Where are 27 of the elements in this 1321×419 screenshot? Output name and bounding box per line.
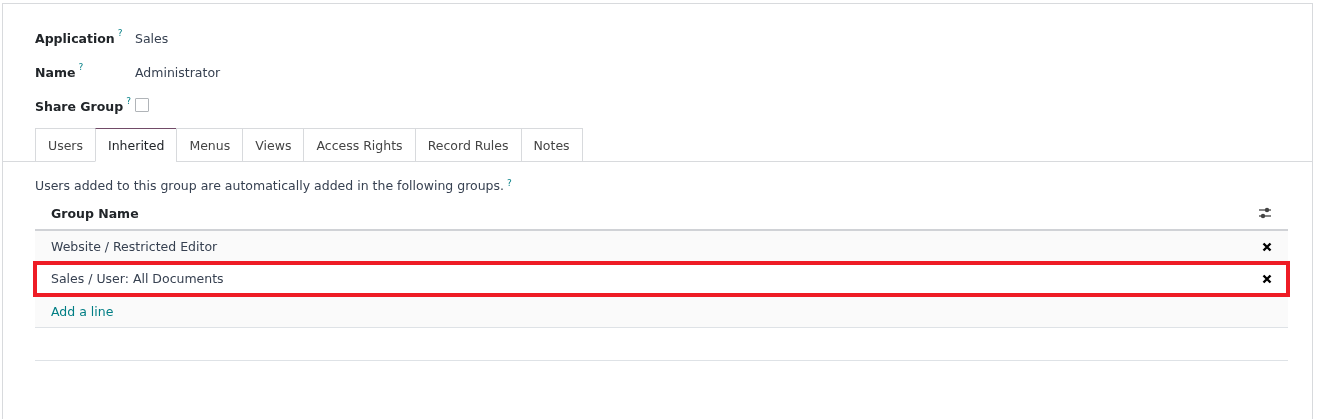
field-value: Administrator: [135, 64, 221, 80]
tab[interactable]: Access Rights: [303, 128, 415, 162]
delete-icon[interactable]: [1262, 273, 1272, 284]
table-row[interactable]: Website / Restricted Editor: [35, 231, 1288, 263]
help-mark[interactable]: ?: [126, 96, 131, 106]
tab[interactable]: Notes: [520, 128, 583, 162]
help-mark[interactable]: ?: [78, 62, 84, 72]
add-line-link[interactable]: Add a line: [51, 303, 114, 319]
field-label: Name: [35, 64, 76, 80]
table-cell: Sales / User: All Documents: [51, 271, 224, 286]
tab[interactable]: Menus: [176, 128, 243, 162]
help-mark[interactable]: ?: [507, 178, 512, 188]
tab[interactable]: Views: [242, 128, 304, 162]
help-mark[interactable]: ?: [117, 28, 123, 38]
field-value: Sales: [135, 30, 169, 46]
table-row[interactable]: Sales / User: All Documents: [35, 263, 1288, 295]
column-header[interactable]: Group Name: [51, 205, 139, 221]
sliders-icon[interactable]: [1258, 207, 1272, 219]
tab[interactable]: Users: [35, 128, 95, 162]
field-label: Application: [35, 30, 115, 46]
tab[interactable]: Record Rules: [414, 128, 521, 162]
tab[interactable]: Inherited: [95, 128, 177, 162]
table-cell: Website / Restricted Editor: [51, 239, 218, 254]
checkbox[interactable]: [135, 97, 149, 112]
field-label: Share Group: [35, 98, 124, 114]
description-text: Users added to this group are automatically added in the following groups.: [35, 178, 504, 193]
delete-icon[interactable]: [1262, 241, 1272, 252]
